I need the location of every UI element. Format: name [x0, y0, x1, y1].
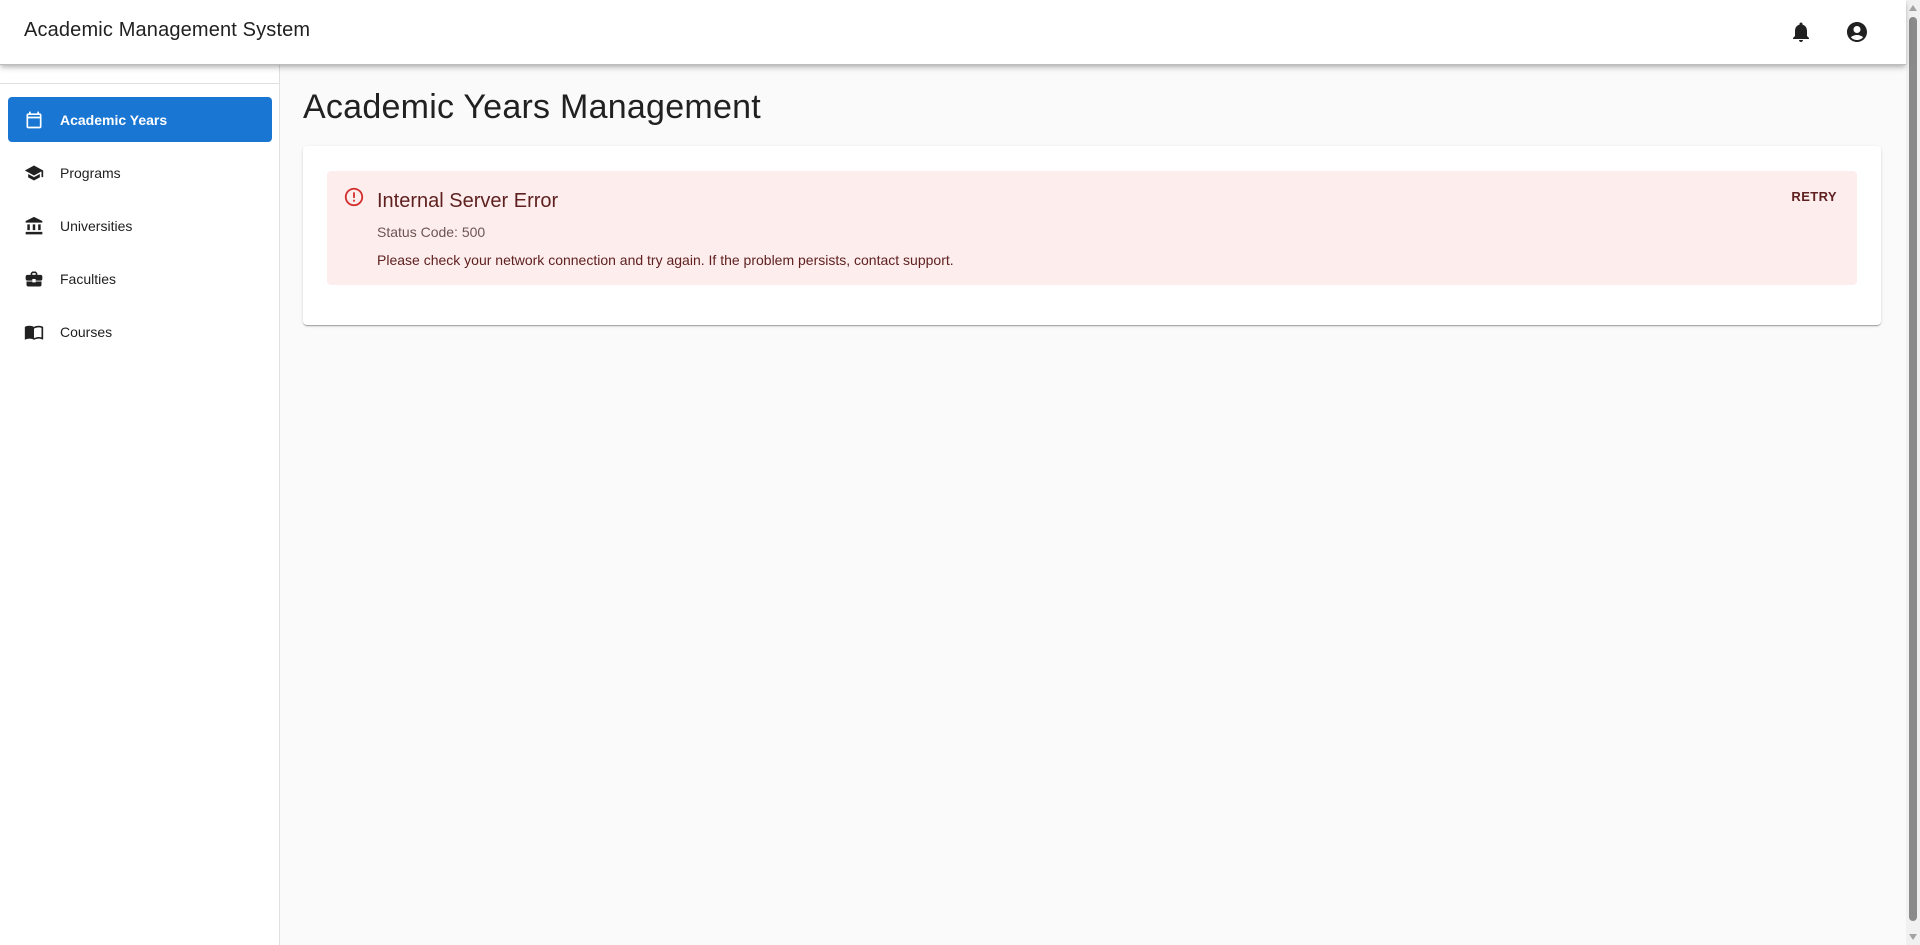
account-button[interactable]: [1837, 12, 1877, 52]
vertical-scrollbar[interactable]: [1906, 0, 1920, 945]
notifications-button[interactable]: [1781, 12, 1821, 52]
bell-icon: [1793, 22, 1809, 42]
scroll-up-arrow-icon[interactable]: [1909, 5, 1917, 11]
content-card: Internal Server Error Status Code: 500 P…: [303, 146, 1881, 325]
sidebar-item-programs[interactable]: Programs: [8, 150, 272, 195]
sidebar-divider: [0, 83, 279, 84]
sidebar-item-label: Faculties: [60, 270, 117, 287]
app-root: Academic Management System Academic Year…: [0, 0, 1920, 945]
sidebar-item-label: Programs: [60, 164, 121, 181]
scroll-down-arrow-icon[interactable]: [1909, 934, 1917, 940]
work-icon: [24, 269, 44, 289]
error-outline-icon: [343, 186, 365, 208]
app-bar: Academic Management System: [0, 0, 1906, 65]
error-status-code: Status Code: 500: [377, 224, 486, 240]
sidebar-item-label: Academic Years: [60, 111, 168, 128]
calendar-icon: [24, 110, 44, 130]
app-title: Academic Management System: [24, 19, 311, 41]
account-balance-icon: [24, 216, 44, 236]
account-circle-icon: [1847, 22, 1867, 42]
sidebar-item-universities[interactable]: Universities: [8, 203, 272, 248]
scrollbar-thumb[interactable]: [1909, 17, 1917, 921]
sidebar-item-faculties[interactable]: Faculties: [8, 256, 272, 301]
page-title: Academic Years Management: [303, 88, 761, 126]
error-title: Internal Server Error: [377, 190, 559, 212]
retry-button[interactable]: RETRY: [1783, 181, 1845, 211]
sidebar-item-label: Universities: [60, 217, 133, 234]
error-alert: Internal Server Error Status Code: 500 P…: [327, 171, 1857, 285]
school-icon: [24, 163, 44, 183]
error-message: Please check your network connection and…: [377, 252, 954, 268]
sidebar: Academic Years Programs Universities Fac…: [0, 65, 280, 945]
sidebar-item-label: Courses: [60, 323, 113, 340]
menu-book-icon: [24, 322, 44, 342]
sidebar-nav-list: Academic Years Programs Universities Fac…: [8, 97, 272, 362]
sidebar-item-academic-years[interactable]: Academic Years: [8, 97, 272, 142]
sidebar-item-courses[interactable]: Courses: [8, 309, 272, 354]
